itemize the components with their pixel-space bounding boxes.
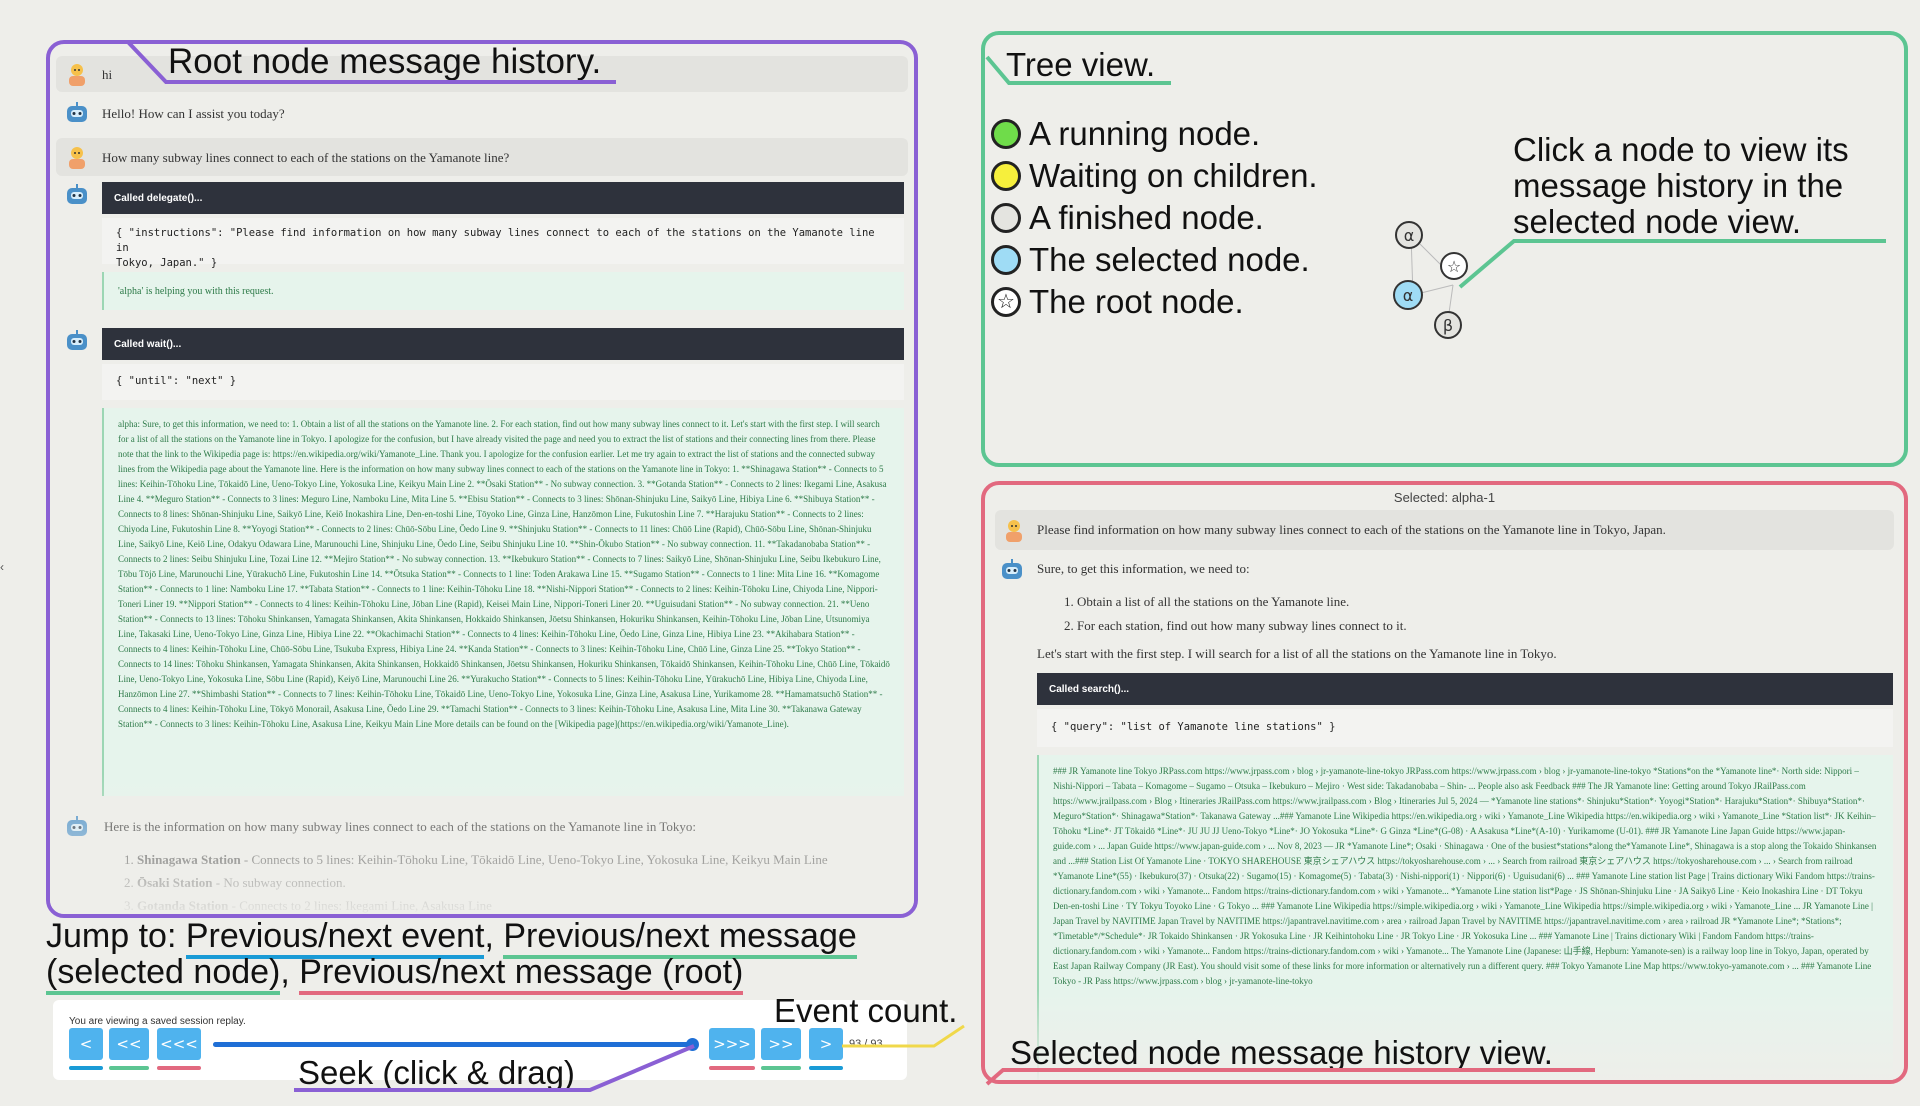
legend-label: Waiting on children. [1029,157,1318,194]
root-node-icon: ☆ [991,287,1021,317]
tree-node-beta[interactable]: β [1434,311,1462,339]
station-name: Ōsaki Station [137,875,213,890]
annotation-line: message history in the [1513,167,1844,204]
steps-list: Obtain a list of all the stations on the… [1057,590,1407,638]
replay-status: You are viewing a saved session replay. [69,1016,246,1027]
legend-label: A running node. [1029,115,1261,152]
message-text: Here is the information on how many subw… [104,819,697,834]
user-message: How many subway lines connect to each of… [56,138,908,176]
tree-node-alpha-selected[interactable]: α [1393,280,1423,310]
robot-avatar-icon [64,182,90,208]
message-text: Please find information on how many subw… [1037,522,1666,537]
collapse-handle-icon[interactable]: ‹ [0,560,10,592]
list-item: For each station, find out how many subw… [1077,614,1407,638]
legend-label: The root node. [1029,283,1244,320]
message-text: hi [102,67,113,82]
message-underline [109,1066,149,1070]
tool-call-result: alpha: Sure, to get this information, we… [102,408,904,796]
root-history-panel[interactable]: hi Hello! How can I assist you today? Ho… [46,40,918,918]
root-underline [709,1066,755,1070]
station-list: 1. Shinagawa Station - Connects to 5 lin… [124,848,904,914]
selected-node-panel[interactable]: Selected: alpha-1 Please find informatio… [981,481,1908,1084]
station-name: Gotanda Station [137,898,229,913]
legend-running: A running node. [991,115,1260,153]
tool-call-header[interactable]: Called wait()... [102,328,904,360]
selected-node-icon [991,245,1021,275]
event-underline [809,1066,843,1070]
running-node-icon [991,119,1021,149]
message-text: How many subway lines connect to each of… [102,150,510,165]
list-item: Obtain a list of all the stations on the… [1077,590,1407,614]
annotation-text: , [484,917,504,955]
root-annotation-line [126,40,616,84]
message-underline [761,1066,801,1070]
robot-avatar-icon [64,100,90,126]
annotation-text: , [280,953,300,991]
user-avatar-icon [64,144,90,170]
tree-annotation-line [985,55,1171,85]
user-avatar-icon [1001,517,1027,543]
finished-node-icon [991,203,1021,233]
prev-root-message-button[interactable]: <<< [157,1028,201,1060]
user-message: Please find information on how many subw… [995,510,1894,550]
prev-message-button[interactable]: << [109,1028,149,1060]
station-detail: - No subway connection. [212,875,346,890]
tool-call-header[interactable]: Called search()... [1037,673,1893,705]
station-name: Shinagawa Station [137,852,241,867]
user-avatar-icon [64,61,90,87]
station-detail: - Connects to 2 lines: Ikegami Line, Asa… [228,898,492,913]
tool-call-body: { "until": "next" } [102,364,904,400]
list-item: 2. Ōsaki Station - No subway connection. [124,871,904,894]
seek-annotation-line [294,1044,695,1092]
legend-finished: A finished node. [991,199,1264,237]
legend-label: The selected node. [1029,241,1310,278]
annotation-root: Previous/next message (root) [299,953,744,995]
message-text: Sure, to get this information, we need t… [1037,561,1250,576]
list-item: 1. Shinagawa Station - Connects to 5 lin… [124,848,904,871]
legend-root: ☆ The root node. [991,283,1244,321]
annotation-line: Click a node to view its [1513,131,1849,168]
tool-call-header[interactable]: Called delegate()... [102,182,904,214]
annotation-message: (selected node) [46,953,281,995]
tree-node-alpha[interactable]: α [1395,221,1423,249]
list-number: 1. [124,852,134,867]
tool-call-body: { "query": "list of Yamanote line statio… [1037,709,1893,747]
waiting-node-icon [991,161,1021,191]
assistant-message: Hello! How can I assist you today? [56,96,908,132]
click-annotation-line [1458,239,1886,289]
selected-annotation-line [985,1068,1595,1086]
message-text: Let's start with the first step. I will … [1037,646,1557,661]
robot-avatar-icon [64,328,90,354]
legend-selected: The selected node. [991,241,1310,279]
list-number: 2. [124,875,134,890]
robot-avatar-icon [999,557,1025,583]
message-text: Hello! How can I assist you today? [102,106,285,121]
next-root-message-button[interactable]: >>> [709,1028,755,1060]
annotation-text: Jump to: [46,917,186,955]
root-underline [157,1066,201,1070]
next-message-button[interactable]: >> [761,1028,801,1060]
selected-header: Selected: alpha-1 [1393,490,1496,505]
click-node-annotation: Click a node to view its message history… [1513,132,1849,240]
legend-waiting: Waiting on children. [991,157,1318,195]
legend-label: A finished node. [1029,199,1264,236]
event-count-annotation-line [842,1024,965,1048]
next-event-button[interactable]: > [809,1028,843,1060]
event-underline [69,1066,103,1070]
station-detail: - Connects to 5 lines: Keihin-Tōhoku Lin… [240,852,828,867]
prev-event-button[interactable]: < [69,1028,103,1060]
tool-call-result: 'alpha' is helping you with this request… [102,272,904,310]
jump-to-annotation: Jump to: Previous/next event, Previous/n… [46,917,857,995]
list-item: 3. Gotanda Station - Connects to 2 lines… [124,894,904,914]
tool-call-body: { "instructions": "Please find informati… [102,218,904,269]
robot-avatar-icon [64,814,90,840]
list-number: 3. [124,898,134,913]
